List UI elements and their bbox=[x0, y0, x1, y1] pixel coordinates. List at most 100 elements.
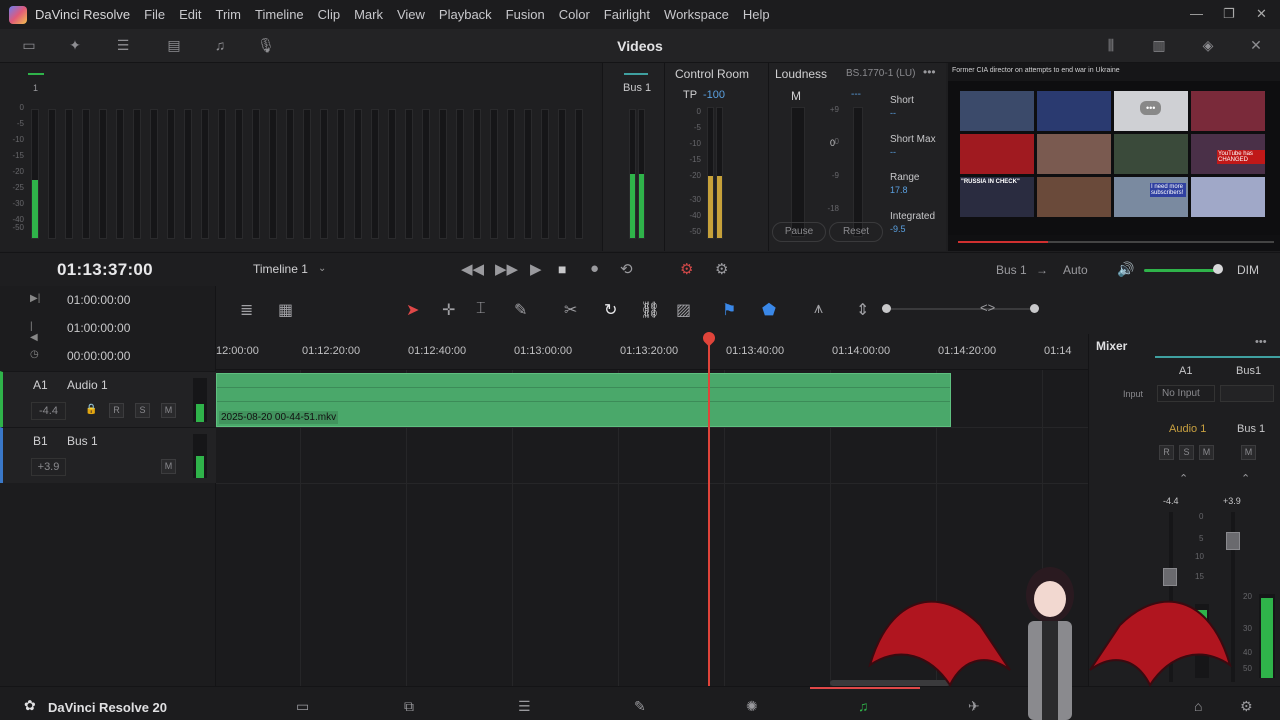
video-thumbnail[interactable] bbox=[960, 91, 1034, 131]
menu-edit[interactable]: Edit bbox=[179, 7, 201, 22]
menu-fairlight[interactable]: Fairlight bbox=[604, 7, 650, 22]
horizontal-zoom-icon[interactable]: <> bbox=[980, 300, 995, 315]
adr-icon[interactable]: 🎙 bbox=[256, 37, 276, 55]
select-tool-icon[interactable]: ➤ bbox=[406, 300, 419, 320]
loudness-options-icon[interactable]: ••• bbox=[923, 65, 936, 79]
razor-icon[interactable]: ✂ bbox=[564, 300, 577, 320]
timeline-ruler[interactable]: 12:00:00 01:12:20:00 01:12:40:00 01:13:0… bbox=[216, 334, 1088, 370]
loudness-pause-button[interactable]: Pause bbox=[772, 222, 826, 242]
tc-out-value[interactable]: 01:00:00:00 bbox=[67, 321, 130, 335]
loudness-standard[interactable]: BS.1770-1 (LU) bbox=[846, 68, 915, 79]
current-timecode[interactable]: 01:13:37:00 bbox=[57, 260, 153, 280]
track-name[interactable]: Audio 1 bbox=[67, 378, 108, 392]
view-options-icon[interactable]: ≣ bbox=[240, 300, 253, 320]
menu-trim[interactable]: Trim bbox=[216, 7, 242, 22]
video-thumbnail[interactable] bbox=[1114, 134, 1188, 174]
track-a1[interactable]: A1 Audio 1 -4.4 🔒 R S M bbox=[0, 371, 216, 427]
fusion-page-icon[interactable]: ✎ bbox=[634, 698, 646, 715]
effects-icon[interactable]: ✦ bbox=[65, 37, 85, 55]
mixer-options-icon[interactable]: ••• bbox=[1255, 336, 1267, 348]
video-thumbnail[interactable]: "RUSSIA IN CHECK" bbox=[960, 177, 1034, 217]
video-thumbnail[interactable] bbox=[1037, 91, 1111, 131]
strip-name-bus1[interactable]: Bus 1 bbox=[1237, 423, 1265, 435]
video-thumbnail[interactable]: YouTube has CHANGED bbox=[1191, 134, 1265, 174]
solo-button[interactable]: S bbox=[135, 403, 150, 418]
auto-label[interactable]: Auto bbox=[1063, 263, 1088, 277]
index-icon[interactable]: ☰ bbox=[113, 37, 133, 55]
metadata-icon[interactable]: ◈ bbox=[1198, 37, 1218, 55]
cut-page-icon[interactable]: ⧉ bbox=[404, 698, 414, 715]
meters-icon[interactable]: ▥ bbox=[1149, 37, 1169, 55]
sound-library-icon[interactable]: ▤ bbox=[164, 37, 184, 55]
menu-fusion[interactable]: Fusion bbox=[506, 7, 545, 22]
edit-tool-icon[interactable]: ⌶ bbox=[476, 300, 486, 318]
pencil-tool-icon[interactable]: ✎ bbox=[514, 300, 527, 320]
menu-mark[interactable]: Mark bbox=[354, 7, 383, 22]
waveform-zoom-icon[interactable]: ⩚ bbox=[814, 300, 823, 318]
video-viewer[interactable]: Former CIA director on attempts to end w… bbox=[948, 63, 1280, 251]
fast-forward-icon[interactable]: ▶▶ bbox=[495, 260, 518, 278]
lock-icon[interactable]: 🔒 bbox=[85, 404, 97, 415]
video-thumbnail[interactable]: I need more subscribers! bbox=[1114, 177, 1188, 217]
dim-button[interactable]: DIM bbox=[1237, 263, 1259, 277]
track-name[interactable]: Bus 1 bbox=[67, 434, 98, 448]
menu-color[interactable]: Color bbox=[559, 7, 590, 22]
color-page-icon[interactable]: ✺ bbox=[746, 698, 758, 715]
mixer-toggle-icon[interactable]: ♫ bbox=[210, 37, 230, 55]
audio-clip[interactable]: 2025-08-20 00-44-51.mkv bbox=[216, 373, 951, 427]
loop-icon[interactable]: ⟲ bbox=[620, 260, 633, 278]
minimize-icon[interactable]: — bbox=[1190, 6, 1203, 21]
hzoom-handle[interactable] bbox=[1030, 304, 1039, 313]
record-arm-button[interactable]: R bbox=[109, 403, 124, 418]
mixer-solo-button[interactable]: S bbox=[1179, 445, 1194, 460]
pan-icon[interactable]: ⌃ bbox=[1241, 472, 1250, 485]
menu-workspace[interactable]: Workspace bbox=[664, 7, 729, 22]
fader-handle-bus1[interactable] bbox=[1226, 532, 1240, 550]
mixer-record-button[interactable]: R bbox=[1159, 445, 1174, 460]
rewind-icon[interactable]: ◀◀ bbox=[461, 260, 484, 278]
video-thumbnail[interactable] bbox=[1037, 177, 1111, 217]
monitor-volume-slider[interactable] bbox=[1144, 269, 1218, 272]
video-thumbnail[interactable] bbox=[1191, 91, 1265, 131]
input-selector[interactable]: No Input bbox=[1157, 385, 1215, 402]
timeline-selector[interactable]: Timeline 1 bbox=[253, 262, 308, 276]
menu-view[interactable]: View bbox=[397, 7, 425, 22]
media-page-icon[interactable]: ▭ bbox=[296, 698, 309, 715]
range-tool-icon[interactable]: ✛ bbox=[442, 300, 455, 320]
mixer-mute-button[interactable]: M bbox=[1199, 445, 1214, 460]
link-icon[interactable]: ⛓ bbox=[640, 300, 660, 320]
tc-in-value[interactable]: 01:00:00:00 bbox=[67, 293, 130, 307]
strip-volume-audio1[interactable]: -4.4 bbox=[1163, 496, 1179, 506]
vertical-zoom-icon[interactable]: ⇕ bbox=[856, 300, 869, 320]
davinci-logo-icon[interactable] bbox=[9, 5, 27, 24]
menu-help[interactable]: Help bbox=[743, 7, 770, 22]
bus-output-label[interactable]: Bus 1 bbox=[996, 263, 1027, 277]
snapping-icon[interactable]: ↻ bbox=[604, 300, 617, 320]
viewer-progress[interactable] bbox=[958, 241, 1048, 243]
mixer-bus-mute-button[interactable]: M bbox=[1241, 445, 1256, 460]
strip-volume-bus1[interactable]: +3.9 bbox=[1223, 496, 1241, 506]
speaker-icon[interactable]: 🔊 bbox=[1117, 261, 1134, 278]
mute-button[interactable]: M bbox=[161, 459, 176, 474]
audio-waveform-icon[interactable]: ▨ bbox=[676, 300, 691, 320]
mute-button[interactable]: M bbox=[161, 403, 176, 418]
menu-playback[interactable]: Playback bbox=[439, 7, 492, 22]
media-pool-icon[interactable]: ▭ bbox=[19, 37, 39, 55]
stop-icon[interactable]: ■ bbox=[558, 261, 566, 277]
inspector-icon[interactable]: ✕ bbox=[1246, 37, 1266, 55]
chevron-down-icon[interactable]: ⌄ bbox=[318, 263, 326, 274]
video-thumbnail[interactable] bbox=[960, 134, 1034, 174]
monitor-volume-handle[interactable] bbox=[1213, 264, 1223, 274]
video-thumbnail[interactable] bbox=[1191, 177, 1265, 217]
marker-icon[interactable]: ⬟ bbox=[762, 300, 776, 320]
track-b1[interactable]: B1 Bus 1 +3.9 M bbox=[0, 427, 216, 483]
zoom-handle[interactable] bbox=[882, 304, 891, 313]
flag-icon[interactable]: ⚑ bbox=[722, 300, 736, 320]
loudness-reset-button[interactable]: Reset bbox=[829, 222, 883, 242]
menu-clip[interactable]: Clip bbox=[318, 7, 340, 22]
video-thumbnail[interactable] bbox=[1037, 134, 1111, 174]
track-volume[interactable]: -4.4 bbox=[31, 402, 66, 420]
record-arm-icon[interactable]: ⚙ bbox=[680, 260, 693, 278]
pan-icon[interactable]: ⌃ bbox=[1179, 472, 1188, 485]
close-icon[interactable]: ✕ bbox=[1256, 6, 1267, 22]
